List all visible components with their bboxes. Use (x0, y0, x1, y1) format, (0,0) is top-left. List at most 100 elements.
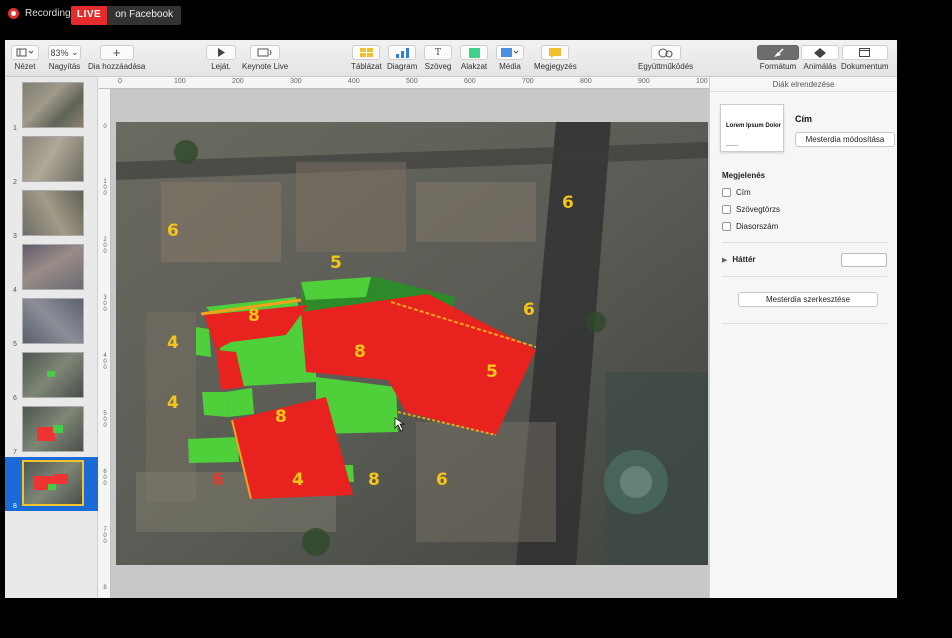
body-checkbox-label: Szövegtörzs (736, 205, 781, 214)
text-button[interactable]: T Szöveg (424, 45, 452, 71)
slide-thumbnail-image (22, 82, 84, 128)
chart-label: Diagram (387, 62, 418, 71)
view-button[interactable]: Nézet (11, 45, 39, 71)
slide-thumbnail-image (22, 244, 84, 290)
comment-button[interactable]: Megjegyzés (534, 45, 577, 71)
slide-number: 3 (13, 233, 17, 240)
slide-thumbnail-image (22, 352, 84, 398)
slide-number: 8 (13, 503, 17, 510)
format-label: Formátum (759, 62, 797, 71)
table-label: Táblázat (351, 62, 382, 71)
recording-indicator: Recording (8, 8, 71, 19)
ruler-tick: 8 (103, 585, 107, 591)
slide-thumbnail-selected[interactable]: 8 (5, 457, 98, 511)
table-button[interactable]: Táblázat (351, 45, 382, 71)
zoom-value-text: 83% (50, 47, 69, 58)
animate-button[interactable]: Animálás (801, 45, 839, 71)
ruler-tick: 500 (103, 411, 107, 429)
live-badge: LIVE (71, 6, 108, 25)
format-button[interactable]: Formátum (757, 45, 799, 71)
keynote-live-label: Keynote Live (242, 62, 289, 71)
slide-number: 4 (13, 287, 17, 294)
slide-navigator: 1 2 3 4 5 6 7 8 (5, 77, 98, 598)
format-inspector: Diák elrendezése Lorem Ipsum Dolor Cím M… (709, 77, 897, 598)
ruler-tick: 300 (103, 295, 107, 313)
chevron-down-icon: ⌄ (70, 47, 79, 57)
live-indicator: LIVE on Facebook (71, 6, 182, 25)
media-label: Média (499, 62, 521, 71)
play-button[interactable]: Leját. (206, 45, 236, 71)
shape-label: Alakzat (460, 62, 488, 71)
ruler-tick: 0 (118, 78, 122, 85)
add-slide-label: Dia hozzáadása (88, 62, 146, 71)
slide-thumbnail[interactable]: 5 (5, 295, 98, 349)
slide-number-checkbox[interactable] (722, 222, 731, 231)
change-master-button[interactable]: Mesterdia módosítása (795, 132, 895, 147)
slide-thumbnail[interactable]: 2 (5, 133, 98, 187)
collaborate-icon (650, 45, 681, 60)
document-label: Dokumentum (841, 62, 889, 71)
live-platform: on Facebook (107, 6, 182, 25)
keynote-window: Nézet 83% ⌄ Nagyítás + Dia hozzáadása Le… (5, 40, 897, 598)
background-disclosure[interactable]: ▶ Háttér (722, 255, 756, 264)
comment-icon (541, 45, 570, 60)
play-icon (206, 45, 236, 60)
body-checkbox[interactable] (722, 205, 731, 214)
slide-thumbnail-image (22, 136, 84, 182)
slide-number-checkbox-row[interactable]: Diasorszám (722, 222, 778, 231)
slide-thumbnail[interactable]: 4 (5, 241, 98, 295)
body-checkbox-row[interactable]: Szövegtörzs (722, 205, 780, 214)
background-color-well[interactable] (841, 253, 887, 267)
slide-thumbnail-image (22, 406, 84, 452)
slide-thumbnail[interactable]: 1 (5, 79, 98, 133)
ruler-tick: 100 (696, 78, 708, 85)
slide-thumbnail[interactable]: 7 (5, 403, 98, 457)
add-slide-button[interactable]: + Dia hozzáadása (88, 45, 145, 71)
collaborate-button[interactable]: Együttműködés (638, 45, 693, 71)
map-label: 6 (523, 300, 535, 320)
slide-thumbnail[interactable]: 6 (5, 349, 98, 403)
divider (722, 323, 887, 324)
slide-number: 2 (13, 179, 17, 186)
title-checkbox[interactable] (722, 188, 731, 197)
chart-button[interactable]: Diagram (387, 45, 417, 71)
document-button[interactable]: Dokumentum (841, 45, 889, 71)
background-label: Háttér (732, 255, 756, 264)
master-slide-preview[interactable]: Lorem Ipsum Dolor (720, 104, 784, 152)
text-icon: T (424, 45, 452, 60)
view-icon (11, 45, 39, 60)
slide-thumbnail[interactable]: 3 (5, 187, 98, 241)
text-label: Szöveg (424, 62, 452, 71)
ruler-tick: 700 (103, 527, 107, 545)
green-area (301, 277, 371, 300)
toolbar: Nézet 83% ⌄ Nagyítás + Dia hozzáadása Le… (5, 40, 897, 77)
edit-master-button[interactable]: Mesterdia szerkesztése (738, 292, 878, 307)
divider (722, 276, 887, 277)
keynote-live-button[interactable]: Keynote Live (242, 45, 288, 71)
shape-button[interactable]: Alakzat (460, 45, 488, 71)
slide[interactable]: 6 5 6 6 8 8 5 4 4 8 4 8 6 6 (116, 122, 708, 565)
slide-thumbnail-image (22, 298, 84, 344)
green-area (196, 327, 211, 357)
slide-thumbnail-image (22, 190, 84, 236)
zoom-control[interactable]: 83% ⌄ Nagyítás (48, 45, 81, 71)
appearance-heading: Megjelenés (722, 171, 766, 180)
master-name: Cím (795, 114, 813, 124)
slide-number: 6 (13, 395, 17, 402)
recording-label: Recording (25, 8, 71, 19)
inspector-tab-slide-layout[interactable]: Diák elrendezése (710, 77, 897, 92)
play-label: Leját. (211, 62, 231, 71)
title-checkbox-row[interactable]: Cím (722, 188, 751, 197)
ruler-tick: 600 (464, 78, 476, 85)
map-label: 8 (248, 306, 260, 326)
slide-number-checkbox-label: Diasorszám (736, 222, 779, 231)
slide-canvas[interactable]: 0 100 200 300 400 500 600 700 800 900 10… (99, 77, 709, 598)
animate-icon (801, 45, 839, 60)
ruler-tick: 400 (103, 353, 107, 371)
map-label: 8 (354, 342, 366, 362)
master-preview-title: Lorem Ipsum Dolor (726, 123, 782, 129)
recording-bar: Recording LIVE on Facebook (0, 0, 952, 40)
media-button[interactable]: Média (496, 45, 524, 71)
view-label: Nézet (14, 62, 36, 71)
map-label: 6 (562, 193, 574, 213)
